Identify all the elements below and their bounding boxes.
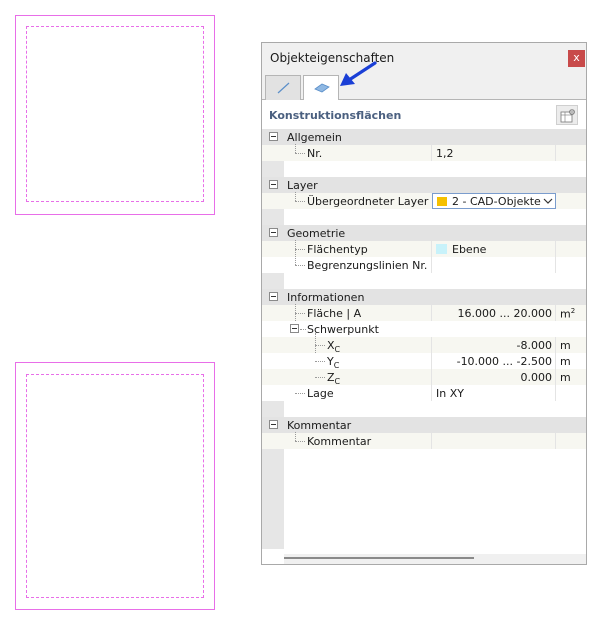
row-comment[interactable]: Kommentar: [262, 432, 586, 449]
property-value[interactable]: -10.000 ... -2.500: [457, 355, 552, 368]
row-area[interactable]: Fläche | A 16.000 ... 20.000 m2: [262, 304, 586, 401]
property-value[interactable]: 16.000 ... 20.000: [458, 307, 552, 320]
object-properties-panel: Objekteigenschaften x Konstruktionsfläch…: [261, 42, 587, 565]
row-position[interactable]: Lage In XY: [262, 385, 586, 401]
collapse-toggle-icon[interactable]: [269, 292, 278, 301]
row-parent-layer[interactable]: Übergeordneter Layer 2 - CAD-Objekte: [262, 192, 586, 209]
group-kommentar[interactable]: Kommentar: [262, 417, 586, 433]
settings-button[interactable]: [556, 105, 578, 125]
collapse-toggle-icon[interactable]: [269, 228, 278, 237]
group-label: Geometrie: [287, 227, 346, 240]
row-surface-type[interactable]: Flächentyp Ebene: [262, 240, 586, 257]
property-value[interactable]: Ebene: [452, 243, 486, 256]
row-zc[interactable]: ZC 0.000 m: [262, 369, 586, 387]
close-button[interactable]: x: [568, 50, 585, 67]
group-label: Allgemein: [287, 131, 342, 144]
property-label: YC: [327, 355, 340, 371]
panel-titlebar[interactable]: Objekteigenschaften x: [262, 43, 586, 73]
row-boundary-lines[interactable]: Begrenzungslinien Nr.: [262, 256, 586, 273]
property-label: Kommentar: [307, 435, 372, 448]
collapse-toggle-icon[interactable]: [269, 180, 278, 189]
layer-color-swatch: [437, 197, 447, 206]
properties-content: Konstruktionsflächen Allgemein Nr. 1,2 L…: [262, 100, 586, 564]
property-label: Begrenzungslinien Nr.: [307, 259, 428, 272]
group-label: Informationen: [287, 291, 365, 304]
parent-layer-dropdown[interactable]: 2 - CAD-Objekte: [432, 193, 556, 209]
property-unit: m2: [560, 307, 576, 321]
tab-lines[interactable]: [265, 75, 301, 100]
group-allgemein[interactable]: Allgemein: [262, 129, 586, 145]
tab-surfaces[interactable]: [303, 75, 339, 101]
row-centroid[interactable]: Schwerpunkt: [262, 321, 586, 337]
row-nr[interactable]: Nr. 1,2: [262, 144, 586, 161]
property-label: XC: [327, 339, 341, 355]
surface-icon: [314, 83, 330, 93]
scrollbar-thumb[interactable]: [284, 557, 474, 559]
property-value[interactable]: 0.000: [521, 371, 553, 384]
horizontal-scrollbar[interactable]: [284, 554, 586, 564]
object-type-tabs: [262, 73, 586, 101]
property-label: Flächentyp: [307, 243, 368, 256]
property-label: Schwerpunkt: [307, 323, 379, 336]
property-unit: m: [560, 371, 571, 384]
property-label: Übergeordneter Layer: [307, 195, 429, 208]
collapse-toggle-icon[interactable]: [290, 324, 299, 333]
collapse-toggle-icon[interactable]: [269, 420, 278, 429]
surface-type-swatch: [436, 244, 447, 254]
property-label: Fläche | A: [307, 307, 362, 320]
section-title: Konstruktionsflächen: [269, 109, 402, 122]
property-label: Lage: [307, 387, 334, 400]
property-label: Nr.: [307, 147, 323, 160]
property-unit: m: [560, 355, 571, 368]
group-label: Kommentar: [287, 419, 352, 432]
chevron-down-icon: [543, 198, 553, 204]
property-value[interactable]: In XY: [436, 387, 464, 400]
group-informationen[interactable]: Informationen: [262, 289, 586, 305]
row-yc[interactable]: YC -10.000 ... -2.500 m: [262, 353, 586, 371]
cad-surface-bottom-boundary: [26, 374, 204, 598]
line-icon: [277, 82, 290, 94]
property-label: ZC: [327, 371, 341, 387]
group-geometrie[interactable]: Geometrie: [262, 225, 586, 241]
property-value[interactable]: 1,2: [436, 147, 454, 160]
property-unit: m: [560, 339, 571, 352]
table-settings-icon: [560, 109, 575, 123]
cad-surface-top-boundary: [26, 26, 204, 202]
group-layer[interactable]: Layer: [262, 177, 586, 193]
arrow-pointer-icon: [340, 61, 377, 86]
parent-layer-value: 2 - CAD-Objekte: [452, 195, 541, 208]
collapse-toggle-icon[interactable]: [269, 132, 278, 141]
group-label: Layer: [287, 179, 318, 192]
section-header: Konstruktionsflächen: [262, 100, 586, 128]
property-value[interactable]: -8.000: [517, 339, 552, 352]
row-xc[interactable]: XC -8.000 m: [262, 333, 586, 377]
